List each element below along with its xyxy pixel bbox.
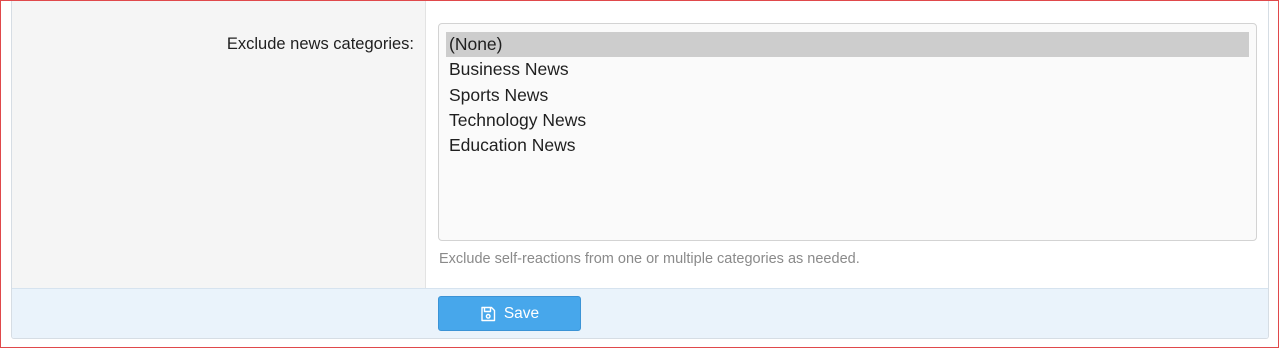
floppy-disk-icon [480, 306, 496, 322]
field-hint: Exclude self-reactions from one or multi… [439, 251, 860, 267]
list-option[interactable]: Sports News [446, 83, 1249, 108]
list-option[interactable]: Business News [446, 57, 1249, 82]
label-column: Exclude news categories: [12, 1, 426, 288]
list-option[interactable]: (None) [446, 32, 1249, 58]
list-option[interactable]: Technology News [446, 108, 1249, 133]
field-label: Exclude news categories: [226, 35, 414, 53]
settings-panel: Exclude news categories: (None) Business… [11, 1, 1269, 339]
form-footer: Save [12, 288, 1268, 338]
save-button[interactable]: Save [438, 296, 581, 331]
save-button-label: Save [503, 304, 540, 322]
list-option[interactable]: Education News [446, 133, 1249, 158]
category-listbox[interactable]: (None) Business News Sports News Technol… [438, 23, 1257, 241]
window-frame: Exclude news categories: (None) Business… [0, 0, 1279, 348]
